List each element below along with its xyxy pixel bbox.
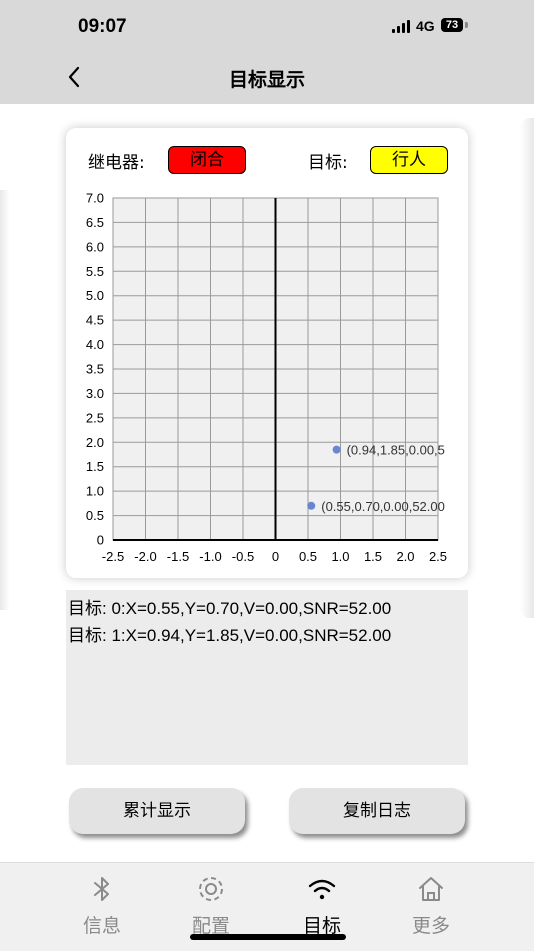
wifi-icon [308,879,336,900]
target-scatter-chart: 0 0.5 1.0 1.5 2.0 2.5 3.0 3.5 4.0 4.5 5.0 5.5 6.0 6.5… [86,191,447,565]
x-tick-label: 2.0 [396,549,414,564]
tab-more[interactable]: 更多 [391,863,471,943]
gear-icon [199,877,223,901]
y-tick-label: 0.5 [86,508,104,523]
battery-tip [465,22,468,28]
x-tick-label: 0 [272,549,279,564]
log-line: 目标: 0:X=0.55,Y=0.70,V=0.00,SNR=52.00 [68,599,392,618]
log-area: 目标: 0:X=0.55,Y=0.70,V=0.00,SNR=52.00 目标:… [66,590,468,765]
tab-info-label: 信息 [82,915,121,937]
tab-target[interactable]: 目标 [282,863,362,943]
data-point [307,501,316,510]
y-tick-label: 5.5 [86,264,104,279]
y-tick-label: 4.0 [86,337,104,352]
tab-more-label: 更多 [411,915,450,937]
status-time: 09:07 [78,16,127,37]
y-tick-label: 1.0 [86,484,104,499]
y-tick-label: 6.0 [86,239,104,254]
home-icon [419,877,443,901]
network-type: 4G [416,18,435,34]
next-card-edge [520,118,534,618]
signal-icon [392,19,412,33]
data-point-label: (0.55,0.70,0.00,52.00 [321,499,445,514]
copy-log-button[interactable]: 复制日志 [289,788,465,834]
page-title: 目标显示 [228,69,305,91]
target-card: 继电器: 闭合 目标: 行人 0 0.5 1.0 1.5 2.0 2.5 3.0 3.5 4.0… [66,128,468,578]
bluetooth-icon [94,877,109,901]
x-tick-label: -2.0 [134,549,156,564]
home-indicator [190,934,346,940]
cumulative-display-button[interactable]: 累计显示 [69,788,245,834]
x-tick-label: -2.5 [102,549,124,564]
y-tick-label: 0 [97,533,104,548]
y-tick-label: 4.5 [86,313,104,328]
nav-bar: 目标显示 [0,52,534,104]
tab-info[interactable]: 信息 [62,863,142,943]
data-point-label: (0.94,1.85,0.00,5 [347,443,445,458]
x-tick-label: -1.0 [199,549,221,564]
y-tick-label: 3.5 [86,362,104,377]
left-edge-shadow [0,190,10,610]
x-tick-label: 1.0 [331,549,349,564]
x-tick-label: 2.5 [429,549,447,564]
x-tick-label: 0.5 [299,549,317,564]
y-tick-label: 3.0 [86,386,104,401]
y-tick-label: 1.5 [86,459,104,474]
x-tick-label: 1.5 [364,549,382,564]
x-tick-label: -0.5 [232,549,254,564]
x-tick-label: -1.5 [167,549,189,564]
y-tick-label: 5.0 [86,288,104,303]
y-tick-label: 2.5 [86,410,104,425]
data-point [332,445,341,454]
battery-icon: 73 [441,18,463,32]
y-tick-label: 2.0 [86,435,104,450]
log-line: 目标: 1:X=0.94,Y=1.85,V=0.00,SNR=52.00 [68,626,392,645]
status-bar: 09:07 4G 73 [0,0,534,52]
y-tick-label: 7.0 [86,191,104,206]
tab-config[interactable]: 配置 [171,863,251,943]
y-tick-label: 6.5 [86,215,104,230]
